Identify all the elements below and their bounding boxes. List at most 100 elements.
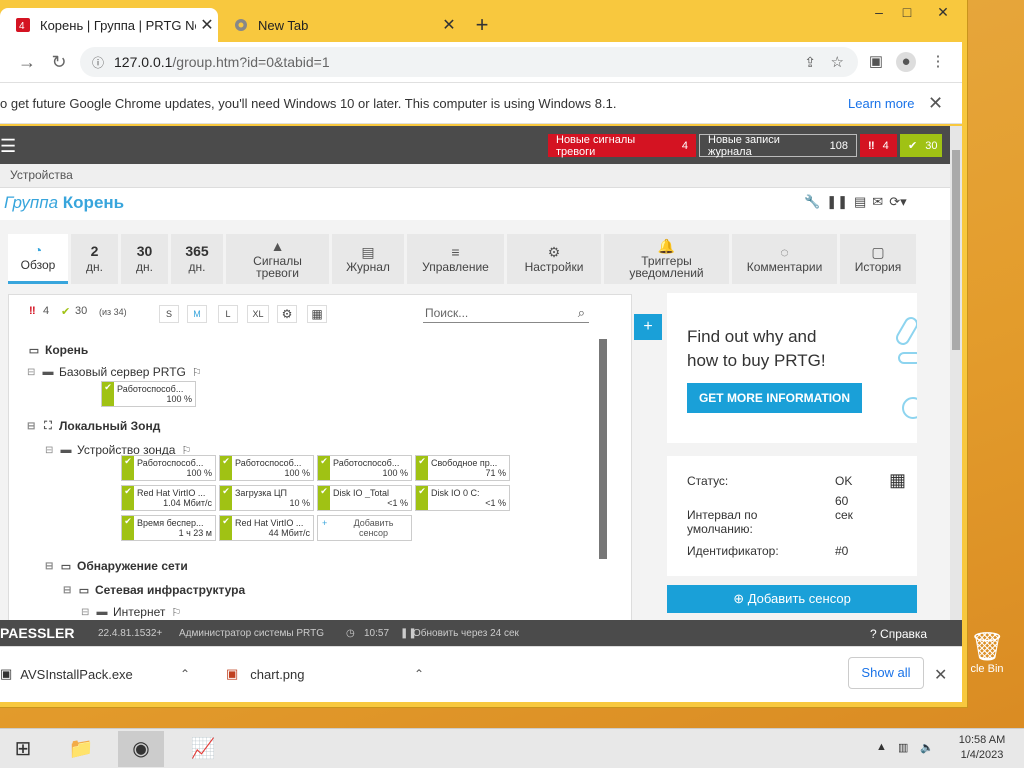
tree-node-network[interactable]: ⊟ ▭ Сетевая инфраструктура	[63, 583, 245, 597]
tree-node-internet[interactable]: ⊟ ▬ Интернет ⚐	[81, 605, 183, 619]
wrench-icon[interactable]: 🔧	[804, 194, 820, 210]
refresh-timer[interactable]: Обновить через 24 сек	[413, 628, 519, 639]
sensor-tile[interactable]: ✔ Работоспособ... 100 %	[317, 455, 412, 481]
breadcrumb-devices-link[interactable]: Устройства	[10, 168, 73, 182]
tab-notification-triggers[interactable]: 🔔 Триггеры уведомлений	[604, 234, 729, 284]
tab-alarms[interactable]: ▲ Сигналы тревоги	[226, 234, 329, 284]
tree-scrollbar[interactable]	[599, 339, 607, 559]
close-window-button[interactable]: ✕	[926, 0, 960, 24]
address-bar[interactable]: ⓘ 127.0.0.1/group.htm?id=0&tabid=1 ⇪ ☆	[80, 47, 858, 77]
flag-icon[interactable]: ⚐	[169, 606, 183, 619]
tab-prtg[interactable]: 4 Корень | Группа | PRTG Network ✕	[0, 8, 218, 42]
add-object-button[interactable]: +	[634, 314, 662, 340]
down-alert-icon[interactable]: ‼	[29, 305, 36, 317]
down-sensors-button[interactable]: ‼ 4	[860, 134, 897, 157]
performance-monitor-icon[interactable]: 📈	[180, 731, 226, 767]
tab-close-icon[interactable]: ✕	[438, 15, 460, 35]
info-icon[interactable]: ⓘ	[92, 54, 104, 71]
chrome-taskbar-icon[interactable]: ◉	[118, 731, 164, 767]
sensor-tile[interactable]: ✔ Disk IO 0 C: <1 %	[415, 485, 510, 511]
search-input[interactable]: Поиск... ⌕	[423, 303, 589, 323]
chevron-up-icon[interactable]: ⌃	[414, 667, 424, 681]
bookmark-star-icon[interactable]: ☆	[831, 53, 844, 71]
tab-30-days[interactable]: 30 дн.	[121, 234, 168, 284]
flag-icon[interactable]: ⚐	[190, 366, 204, 379]
grid-view-icon[interactable]: ▦	[307, 305, 327, 323]
sensor-tile[interactable]: ✔ Работоспособ... 100 %	[121, 455, 216, 481]
hamburger-menu-icon[interactable]: ☰	[0, 136, 16, 157]
pause-icon[interactable]: ❚❚	[826, 194, 848, 210]
new-log-entries-button[interactable]: Новые записи журнала 108	[699, 134, 857, 158]
sensor-tile[interactable]: ✔ Свободное пр... 71 %	[415, 455, 510, 481]
tab-new-tab[interactable]: New Tab ✕	[228, 8, 460, 42]
tab-history[interactable]: ▢ История	[840, 234, 916, 284]
show-all-button[interactable]: Show all	[848, 657, 924, 689]
file-explorer-icon[interactable]: 📁	[58, 731, 104, 767]
collapse-icon[interactable]: ⊟	[45, 445, 55, 456]
share-icon[interactable]: ⇪	[804, 54, 816, 71]
side-panel-icon[interactable]: ▣	[866, 52, 886, 72]
new-alarms-button[interactable]: Новые сигналы тревоги 4	[548, 134, 696, 158]
get-more-info-button[interactable]: GET MORE INFORMATION	[687, 383, 862, 413]
profile-avatar-icon[interactable]: ●	[896, 52, 916, 72]
size-l-button[interactable]: L	[218, 305, 238, 323]
up-sensors-button[interactable]: ✔ 30	[900, 134, 942, 157]
qr-code-icon[interactable]: ▦	[889, 470, 906, 491]
settings-gear-icon[interactable]: ⚙	[277, 305, 297, 323]
tree-node-discovery[interactable]: ⊟ ▭ Обнаружение сети	[45, 559, 188, 573]
refresh-dropdown-icon[interactable]: ⟳▾	[889, 194, 906, 210]
menu-kebab-icon[interactable]: ⋮	[928, 52, 948, 72]
tree-down-count[interactable]: 4	[43, 305, 49, 317]
recycle-bin[interactable]: 🗑 cle Bin	[962, 630, 1012, 700]
sensor-tile[interactable]: ✔ Загрузка ЦП 10 %	[219, 485, 314, 511]
system-clock[interactable]: 10:58 AM 1/4/2023	[946, 733, 1018, 763]
add-sensor-tile[interactable]: + Добавить сенсор	[317, 515, 412, 541]
download-item[interactable]: ▣ AVSInstallPack.exe ⌃	[0, 655, 200, 693]
size-s-button[interactable]: S	[159, 305, 179, 323]
collapse-icon[interactable]: ⊟	[81, 607, 91, 618]
tab-365-days[interactable]: 365 дн.	[171, 234, 223, 284]
tree-node-root[interactable]: ▭ Корень	[27, 343, 89, 357]
network-icon[interactable]: ▥	[898, 741, 908, 754]
collapse-icon[interactable]: ⊟	[63, 585, 73, 596]
scroll-thumb[interactable]	[952, 150, 960, 350]
tab-log[interactable]: ▤ Журнал	[332, 234, 404, 284]
downloads-close-icon[interactable]: ✕	[934, 665, 947, 685]
sensor-tile[interactable]: ✔ Работоспособ... 100 %	[101, 381, 196, 407]
tree-up-count[interactable]: 30	[75, 305, 87, 317]
help-link[interactable]: ? Справка	[870, 627, 927, 641]
user-name[interactable]: Администратор системы PRTG	[179, 628, 324, 639]
size-xl-button[interactable]: XL	[247, 305, 269, 323]
page-scrollbar[interactable]	[950, 126, 962, 620]
collapse-icon[interactable]: ⊟	[45, 561, 55, 572]
start-button-windows-icon[interactable]: ⊞	[0, 731, 46, 767]
new-tab-button[interactable]: +	[470, 12, 494, 38]
tree-node-probe-server[interactable]: ⊟ ▬ Базовый сервер PRTG ⚐	[27, 365, 204, 379]
infobar-close-icon[interactable]: ✕	[928, 93, 943, 114]
chevron-up-icon[interactable]: ⌃	[180, 667, 190, 681]
report-icon[interactable]: ▤	[854, 194, 866, 210]
collapse-icon[interactable]: ⊟	[27, 367, 37, 378]
tree-node-local-probe[interactable]: ⊟ ⛶ Локальный Зонд	[27, 419, 160, 433]
sensor-tile[interactable]: ✔ Red Hat VirtIO ... 1.04 Мбит/с	[121, 485, 216, 511]
search-icon[interactable]: ⌕	[578, 303, 585, 323]
tab-overview[interactable]: ◔ Обзор	[8, 234, 68, 284]
forward-arrow-icon[interactable]: →	[12, 52, 42, 73]
tab-management[interactable]: ≡ Управление	[407, 234, 504, 284]
sensor-tile[interactable]: ✔ Red Hat VirtIO ... 44 Мбит/с	[219, 515, 314, 541]
sensor-tile[interactable]: ✔ Disk IO _Total <1 %	[317, 485, 412, 511]
volume-icon[interactable]: 🔈	[920, 741, 934, 754]
collapse-icon[interactable]: ⊟	[27, 421, 37, 432]
tray-chevron-icon[interactable]: ▲	[876, 741, 887, 753]
sensor-tile[interactable]: ✔ Работоспособ... 100 %	[219, 455, 314, 481]
learn-more-link[interactable]: Learn more	[848, 96, 914, 111]
add-sensor-button[interactable]: ⊕ Добавить сенсор	[667, 585, 917, 613]
email-icon[interactable]: ✉	[872, 194, 883, 210]
download-item[interactable]: ▣ chart.png ⌃	[226, 655, 426, 693]
maximize-button[interactable]: □	[890, 0, 924, 24]
size-m-button[interactable]: M	[187, 305, 207, 323]
reload-icon[interactable]: ↻	[44, 52, 74, 73]
sensor-tile[interactable]: ✔ Время беспер... 1 ч 23 м	[121, 515, 216, 541]
tab-comments[interactable]: ◌ Комментарии	[732, 234, 837, 284]
tab-2-days[interactable]: 2 дн.	[71, 234, 118, 284]
